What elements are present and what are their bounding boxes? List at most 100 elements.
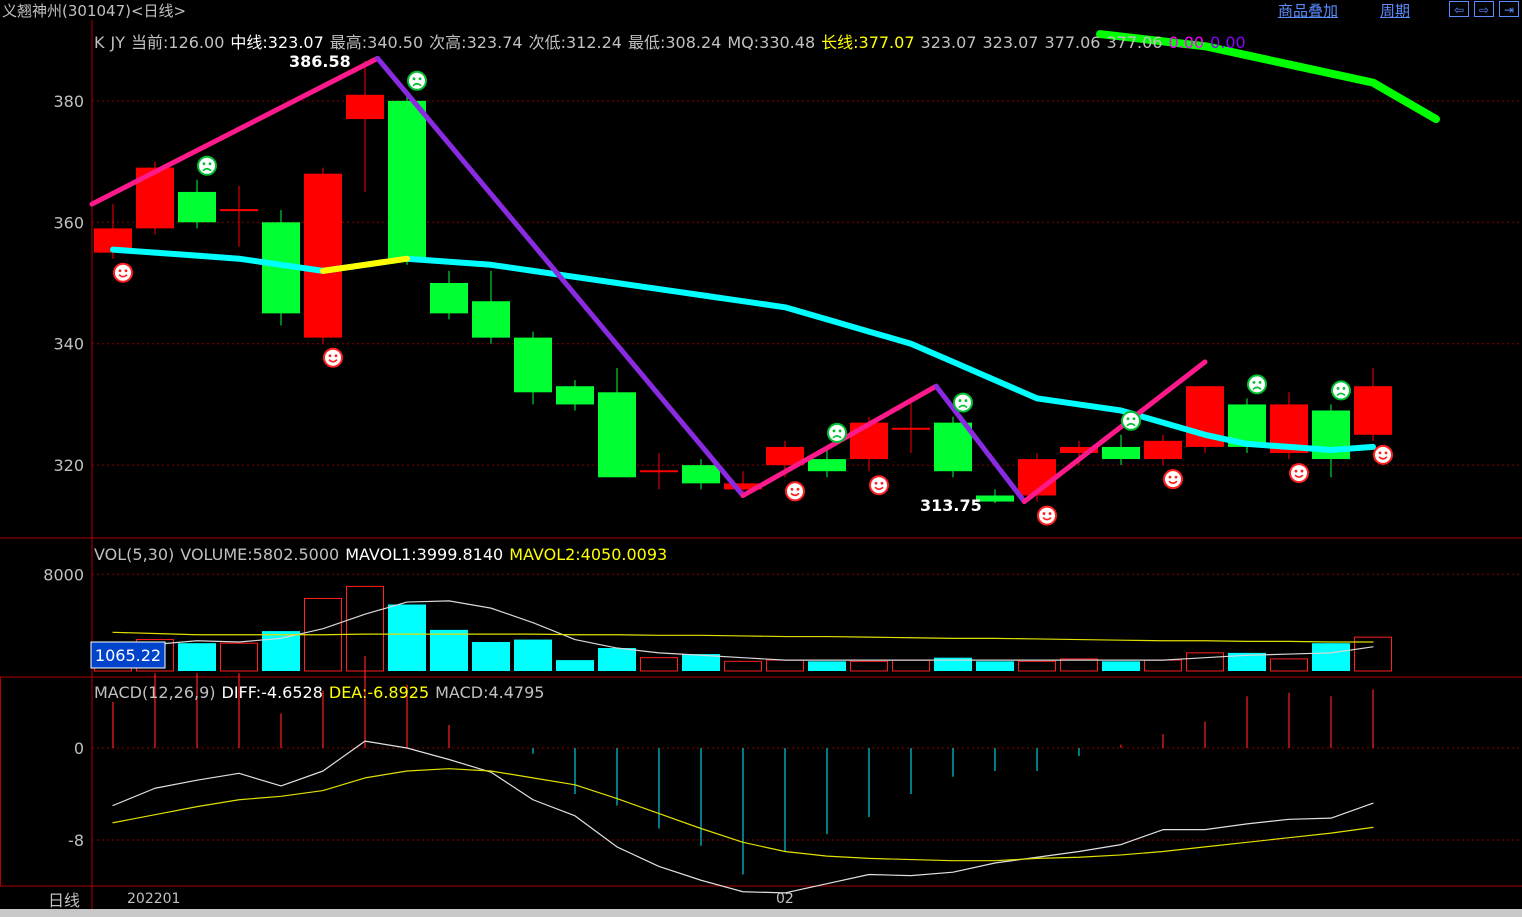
candle-body [388, 100, 426, 259]
volume-bar [1060, 658, 1098, 672]
face-eye [328, 354, 332, 358]
candle-body [1144, 440, 1182, 460]
nav-end-button[interactable]: ⇥ [1499, 1, 1519, 17]
frown-face-icon [197, 155, 217, 176]
smile-face-icon [1163, 469, 1183, 490]
candle-body [1102, 446, 1140, 460]
candle-body [346, 94, 384, 120]
bottom-scrollbar[interactable] [0, 909, 1522, 917]
face-eye [1378, 451, 1382, 455]
volume-bar [808, 661, 846, 671]
face-eye [418, 77, 422, 81]
macd-tick-label: 0 [74, 739, 84, 758]
jy-label: JY [110, 33, 126, 52]
macd-dea: DEA:-6.8925 [328, 683, 430, 702]
volume-bar [1144, 659, 1182, 672]
price-tick-label: 320 [53, 456, 84, 475]
title-bar: 义翘神州(301047)<日线> 商品叠加 周期 ⇦ ⇨ ⇥ [0, 0, 1522, 20]
nav-next-button[interactable]: ⇨ [1474, 1, 1494, 17]
candle-body [934, 422, 972, 472]
face-eye [1168, 475, 1172, 479]
face-eye [412, 77, 416, 81]
volume-bar [1102, 661, 1140, 671]
candle-body [472, 301, 510, 338]
v3-value: 377.06 [1044, 33, 1101, 52]
volume-bar [892, 659, 930, 672]
v5-value: 0.00 [1168, 33, 1205, 52]
frown-face-icon [1247, 374, 1267, 395]
sub-low-value: 次低:312.24 [528, 33, 622, 52]
frown-face-icon [407, 70, 427, 91]
zigzag-down-line [375, 55, 746, 498]
smile-face-icon [113, 262, 133, 283]
v4-value: 377.06 [1106, 33, 1163, 52]
face-eye [1336, 387, 1340, 390]
volume-bar [472, 641, 510, 671]
overlay-link[interactable]: 商品叠加 [1278, 0, 1338, 21]
face-eye [1048, 512, 1052, 515]
face-eye [124, 269, 128, 273]
price-header: K JY 当前:126.00 中线:323.07 最高:340.50 次高:323.74 次… [94, 29, 1252, 53]
volume-bar [1312, 643, 1350, 671]
nav-prev-button[interactable]: ⇦ [1449, 1, 1469, 17]
x-axis-label: 202201 [127, 891, 180, 907]
face-eye [1258, 380, 1262, 384]
smile-face-icon [1037, 505, 1057, 526]
candle-body [1354, 386, 1392, 435]
period-link[interactable]: 周期 [1380, 0, 1410, 21]
candle-body [178, 191, 216, 223]
face-eye [964, 399, 968, 402]
face-eye [796, 487, 800, 491]
volume-bar [556, 660, 594, 671]
face-eye [1384, 451, 1388, 455]
high-value: 最高:340.50 [329, 33, 424, 52]
volume-bar [640, 657, 678, 672]
volume-bar [766, 659, 804, 672]
volume-header: VOL(5,30) VOLUME:5802.5000 MAVOL1:3999.814… [94, 545, 673, 564]
face-eye [208, 162, 212, 166]
face-eye [838, 429, 842, 433]
volume-bar [514, 639, 552, 671]
macd-diff: DIFF:-4.6528 [221, 683, 323, 702]
v1-value: 323.07 [920, 33, 977, 52]
volume-tick-label: 8000 [43, 565, 84, 584]
macd-tick-label: -8 [68, 831, 84, 850]
cursor-value-label: 1065.22 [95, 646, 161, 665]
vol-name: VOL(5,30) [94, 545, 175, 564]
peak-annotation: 386.58 [289, 52, 351, 71]
mq-value: MQ:330.48 [727, 33, 816, 52]
face-eye [334, 354, 338, 358]
face-eye [832, 429, 836, 433]
candle-body [808, 459, 846, 472]
candle-body [304, 173, 342, 338]
face-eye [1042, 512, 1046, 515]
vol-mavol2: MAVOL2:4050.0093 [509, 545, 668, 564]
volume-bar [724, 660, 762, 672]
vol-volume: VOLUME:5802.5000 [180, 545, 340, 564]
face-eye [1342, 387, 1346, 390]
face-eye [1132, 417, 1136, 421]
face-eye [202, 162, 206, 166]
face-eye [880, 481, 884, 485]
macd-name: MACD(12,26,9) [94, 683, 216, 702]
smile-face-icon [323, 347, 343, 368]
face-eye [874, 481, 878, 485]
volume-bar [1270, 658, 1308, 672]
volume-bar [220, 642, 258, 672]
volume-bar [1186, 652, 1224, 672]
current-value: 当前:126.00 [131, 33, 225, 52]
volume-bar [1018, 660, 1056, 672]
low-value: 最低:308.24 [627, 33, 722, 52]
face-eye [958, 399, 962, 402]
volume-bar [262, 631, 300, 671]
ma-mid-line [110, 246, 1376, 453]
window-title: 义翘神州(301047)<日线> [2, 2, 187, 20]
frown-face-icon [827, 422, 847, 443]
candle-body [556, 386, 594, 405]
v6-value: 0.00 [1210, 33, 1246, 52]
volume-bar [976, 661, 1014, 671]
face-eye [1300, 469, 1304, 473]
mid-value: 中线:323.07 [230, 33, 324, 52]
frown-face-icon [1331, 380, 1351, 401]
candle-body [850, 422, 888, 460]
